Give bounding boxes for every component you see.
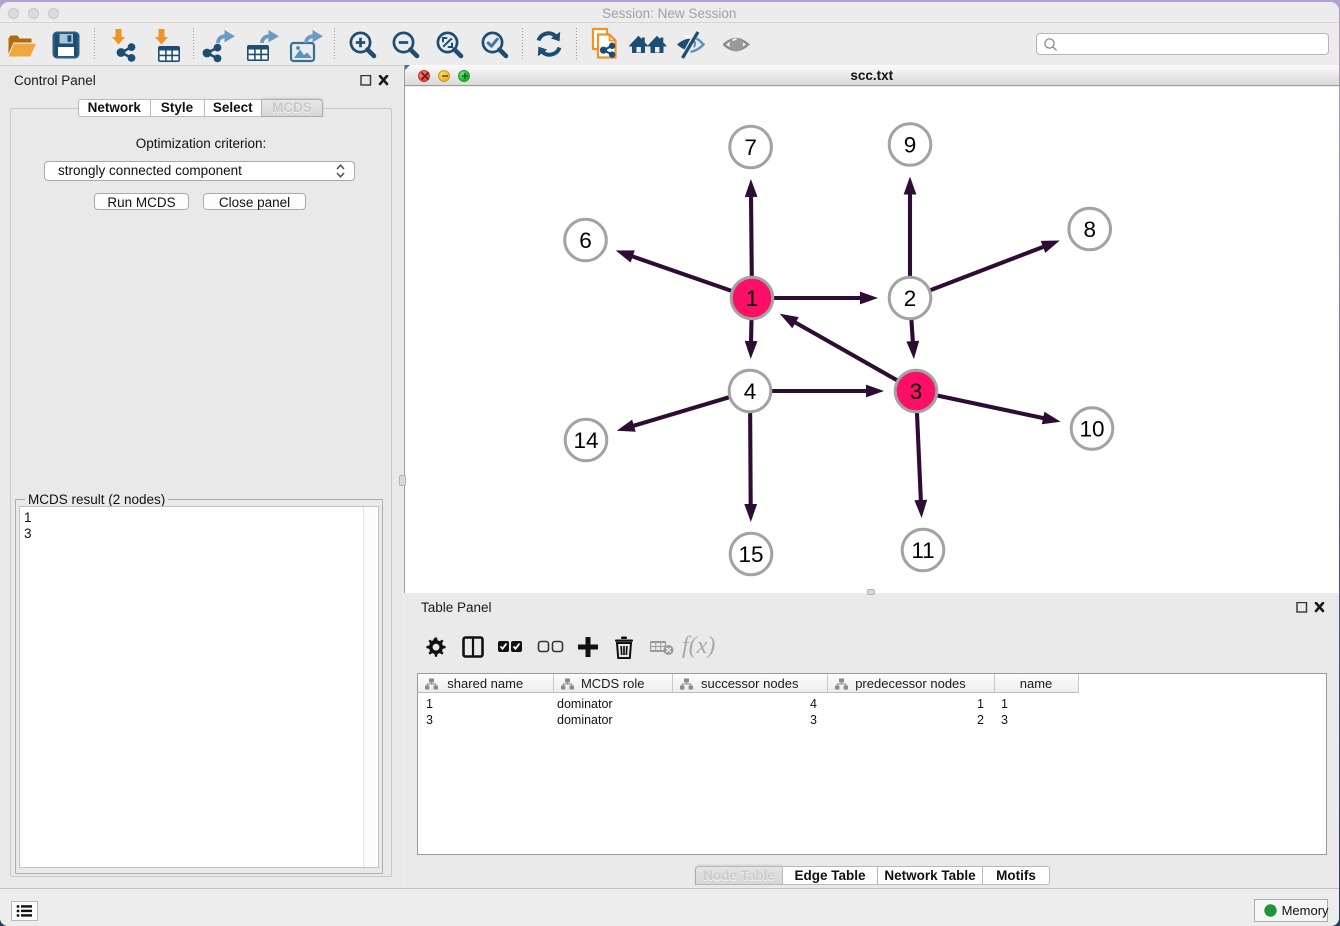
svg-text:8: 8 [1083,216,1096,241]
svg-text:4: 4 [744,378,757,403]
svg-text:9: 9 [904,132,917,157]
svg-text:3: 3 [910,378,923,403]
svg-text:15: 15 [738,541,763,566]
svg-text:10: 10 [1079,416,1104,441]
svg-text:7: 7 [744,134,757,159]
svg-text:11: 11 [911,537,934,562]
svg-text:14: 14 [573,427,598,452]
svg-text:2: 2 [904,285,917,310]
svg-text:f(x): f(x) [682,633,715,659]
svg-text:1: 1 [746,285,759,310]
svg-text:6: 6 [579,227,592,252]
